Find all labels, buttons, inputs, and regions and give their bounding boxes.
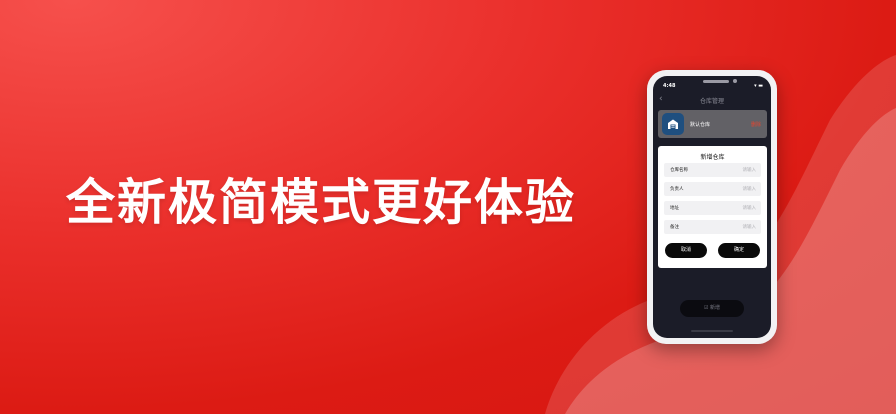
field-label: 负责人: [670, 187, 684, 192]
add-warehouse-dialog: 新增仓库 仓库名称 请输入 负责人 请输入 地址 请输入 备注 请输入 取消 确…: [658, 146, 767, 268]
dialog-title: 新增仓库: [700, 154, 725, 161]
field-placeholder: 请输入: [742, 168, 757, 173]
confirm-button[interactable]: 确定: [718, 243, 760, 258]
phone-mockup: 4:48 ▾ ▬ ‹ 仓库管理 默认仓库 删除 新增仓库 仓库名称 请输入 负责…: [647, 70, 777, 344]
field-label: 备注: [670, 225, 679, 230]
warehouse-card[interactable]: 默认仓库 删除: [658, 110, 767, 138]
phone-screen: 4:48 ▾ ▬ ‹ 仓库管理 默认仓库 删除 新增仓库 仓库名称 请输入 负责…: [653, 76, 771, 338]
manager-field[interactable]: 负责人 请输入: [664, 182, 761, 196]
status-icons: ▾ ▬: [754, 83, 763, 89]
field-placeholder: 请输入: [742, 206, 757, 211]
headline: 全新极简模式更好体验: [66, 174, 577, 231]
nav-title: 仓库管理: [699, 98, 724, 105]
address-field[interactable]: 地址 请输入: [664, 201, 761, 215]
warehouse-icon: [662, 113, 684, 135]
warehouse-name: 默认仓库: [690, 122, 711, 128]
notes-field[interactable]: 备注 请输入: [664, 220, 761, 234]
field-label: 地址: [670, 206, 679, 211]
phone-camera: [733, 79, 737, 83]
cancel-button[interactable]: 取消: [665, 243, 707, 258]
phone-speaker: [703, 80, 729, 83]
delete-button[interactable]: 删除: [751, 121, 761, 128]
status-time: 4:48: [663, 83, 676, 89]
warehouse-name-field[interactable]: 仓库名称 请输入: [664, 163, 761, 177]
field-placeholder: 请输入: [742, 225, 757, 230]
home-indicator: [691, 330, 733, 332]
field-placeholder: 请输入: [742, 187, 757, 192]
add-warehouse-button[interactable]: ☑ 新增: [680, 300, 744, 317]
field-label: 仓库名称: [670, 168, 688, 173]
